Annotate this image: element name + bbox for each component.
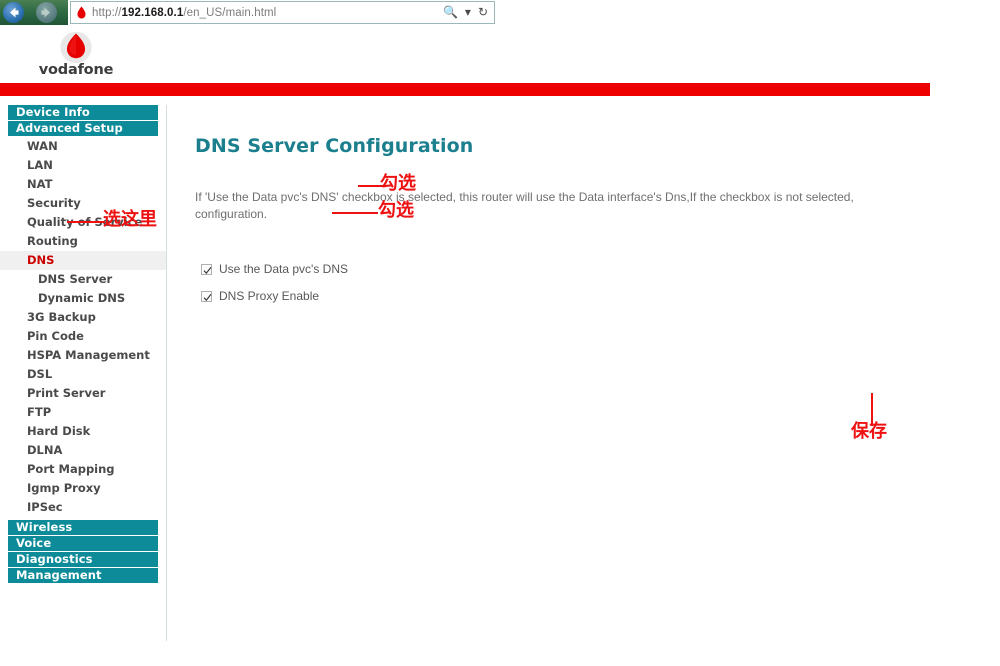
forward-arrow-icon[interactable] — [36, 2, 57, 23]
header-red-bar — [0, 83, 930, 96]
annotation-save-text: 保存 — [851, 421, 887, 442]
sidebar-item-label: Voice — [16, 535, 52, 550]
sidebar-item-label: Security — [27, 195, 81, 210]
sidebar-item-label: DNS Server — [38, 271, 113, 286]
chevron-down-icon[interactable]: ▾ — [465, 6, 471, 18]
sidebar-item-label: Igmp Proxy — [27, 480, 101, 495]
sidebar-item-print-server[interactable]: Print Server — [0, 384, 166, 403]
sidebar-item-label: LAN — [27, 157, 53, 172]
sidebar-item-label: Port Mapping — [27, 461, 115, 476]
sidebar-item-label: Print Server — [27, 385, 106, 400]
sidebar-item-wan[interactable]: WAN — [0, 137, 166, 156]
back-arrow-icon[interactable] — [3, 2, 24, 23]
sidebar-item-label: HSPA Management — [27, 347, 150, 362]
address-bar[interactable]: http://192.168.0.1/en_US/main.html 🔍 ▾ ↻ — [70, 1, 495, 24]
sidebar-item-lan[interactable]: LAN — [0, 156, 166, 175]
vodafone-speechmark-logo-icon — [60, 31, 92, 64]
annotation-line-checkbox-2 — [332, 212, 378, 214]
sidebar-item-label: Dynamic DNS — [38, 290, 126, 305]
use-data-pvc-dns-checkbox[interactable] — [201, 263, 212, 275]
annotation-line-dns — [67, 221, 105, 223]
sidebar-item-label: 3G Backup — [27, 309, 96, 324]
sidebar-item-label: NAT — [27, 176, 53, 191]
sidebar-item-routing[interactable]: Routing — [0, 232, 166, 251]
sidebar-item-wireless[interactable]: Wireless — [8, 520, 158, 535]
sidebar-item-label: Wireless — [16, 519, 73, 534]
sidebar-item-hard-disk[interactable]: Hard Disk — [0, 422, 166, 441]
sidebar-item-ftp[interactable]: FTP — [0, 403, 166, 422]
tab-strip: Vodafone DSL Router × — [497, 0, 1000, 25]
sidebar-item-label: WAN — [27, 138, 58, 153]
sidebar-item-port-mapping[interactable]: Port Mapping — [0, 460, 166, 479]
sidebar-item-nat[interactable]: NAT — [0, 175, 166, 194]
search-icon[interactable]: 🔍 — [443, 6, 458, 18]
sidebar-item-label: IPSec — [27, 499, 63, 514]
page-body: vodafone Device Info Advanced Setup WAN … — [0, 25, 1000, 666]
sidebar-item-label: Hard Disk — [27, 423, 91, 438]
page-description: If 'Use the Data pvc's DNS' checkbox is … — [195, 190, 854, 221]
sidebar-item-advanced-setup[interactable]: Advanced Setup — [8, 121, 158, 136]
annotation-checkbox-2-text: 勾选 — [378, 200, 414, 221]
vodafone-logo: vodafone — [38, 31, 114, 83]
sidebar-item-label: Pin Code — [27, 328, 84, 343]
page-right-margin — [930, 50, 1000, 666]
sidebar-item-hspa-management[interactable]: HSPA Management — [0, 346, 166, 365]
address-bar-icons: 🔍 ▾ ↻ — [443, 6, 488, 18]
main-content: DNS Server Configuration If 'Use the Dat… — [168, 105, 930, 641]
sidebar-item-pin-code[interactable]: Pin Code — [0, 327, 166, 346]
sidebar-item-dynamic-dns[interactable]: Dynamic DNS — [0, 289, 166, 308]
sidebar-item-dns-server[interactable]: DNS Server — [0, 270, 166, 289]
sidebar-item-label: Device Info — [16, 104, 90, 119]
sidebar-item-label: Management — [16, 567, 102, 582]
checkbox-row-dns-proxy-enable[interactable]: DNS Proxy Enable — [201, 289, 319, 303]
refresh-icon[interactable]: ↻ — [478, 6, 488, 18]
sidebar-item-ipsec[interactable]: IPSec — [0, 498, 166, 517]
sidebar-item-dlna[interactable]: DLNA — [0, 441, 166, 460]
sidebar-item-label: Routing — [27, 233, 78, 248]
page-title: DNS Server Configuration — [195, 135, 474, 157]
dns-proxy-enable-label: DNS Proxy Enable — [219, 289, 320, 303]
browser-chrome: http://192.168.0.1/en_US/main.html 🔍 ▾ ↻… — [0, 0, 1000, 25]
annotation-checkbox-1-text: 勾选 — [380, 173, 416, 194]
sidebar-item-device-info[interactable]: Device Info — [8, 105, 158, 120]
sidebar-item-diagnostics[interactable]: Diagnostics — [8, 552, 158, 567]
browser-nav-buttons — [0, 0, 68, 25]
sidebar-navigation: Device Info Advanced Setup WAN LAN NAT S… — [0, 105, 167, 641]
sidebar-item-label: DNS — [27, 252, 55, 267]
checkbox-row-use-data-pvc-dns[interactable]: Use the Data pvc's DNS — [201, 262, 348, 276]
sidebar-item-label: DSL — [27, 366, 53, 381]
dns-proxy-enable-checkbox[interactable] — [201, 290, 212, 302]
sidebar-item-label: FTP — [27, 404, 52, 419]
vodafone-droplet-icon — [77, 6, 86, 18]
sidebar-item-management[interactable]: Management — [8, 568, 158, 583]
site-header: vodafone — [0, 25, 930, 96]
vodafone-wordmark: vodafone — [38, 62, 114, 78]
sidebar-item-dns[interactable]: DNS — [0, 251, 166, 270]
sidebar-item-label: Advanced Setup — [16, 120, 123, 135]
sidebar-item-dsl[interactable]: DSL — [0, 365, 166, 384]
sidebar-item-label: DLNA — [27, 442, 63, 457]
annotation-dns-text: 选这里 — [103, 209, 157, 230]
sidebar-item-3g-backup[interactable]: 3G Backup — [0, 308, 166, 327]
address-bar-url: http://192.168.0.1/en_US/main.html — [92, 6, 277, 19]
sidebar-item-igmp-proxy[interactable]: Igmp Proxy — [0, 479, 166, 498]
sidebar-item-label: Diagnostics — [16, 551, 93, 566]
use-data-pvc-dns-label: Use the Data pvc's DNS — [219, 262, 349, 276]
sidebar-item-voice[interactable]: Voice — [8, 536, 158, 551]
